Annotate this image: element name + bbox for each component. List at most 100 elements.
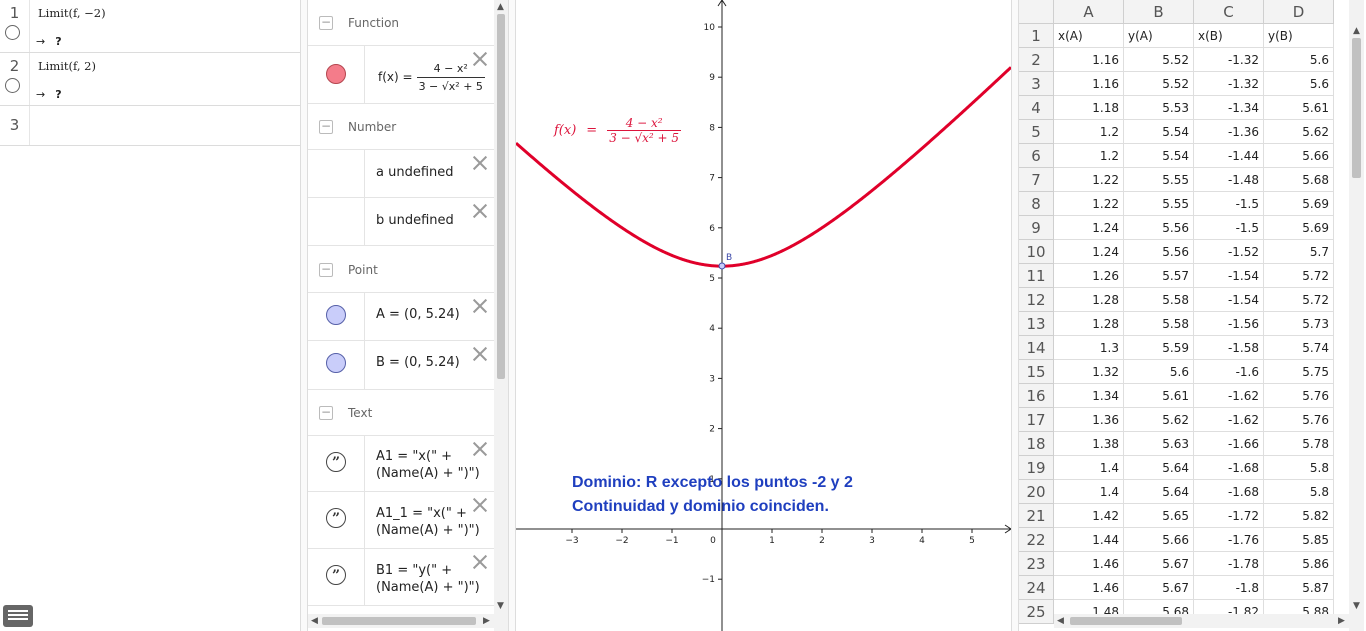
table-cell[interactable]: y(B) xyxy=(1264,24,1334,48)
row-header[interactable]: 5 xyxy=(1019,120,1054,144)
delete-icon[interactable] xyxy=(473,555,487,569)
table-cell[interactable]: 5.55 xyxy=(1124,192,1194,216)
point-definition[interactable]: B = (0, 5.24) xyxy=(376,354,460,371)
table-cell[interactable]: 1.32 xyxy=(1054,360,1124,384)
table-cell[interactable]: 5.56 xyxy=(1124,216,1194,240)
table-cell[interactable]: 5.69 xyxy=(1264,216,1334,240)
table-cell[interactable]: -1.76 xyxy=(1194,528,1264,552)
table-cell[interactable]: 1.22 xyxy=(1054,192,1124,216)
table-cell[interactable]: 1.28 xyxy=(1054,288,1124,312)
table-cell[interactable]: 5.52 xyxy=(1124,48,1194,72)
table-cell[interactable]: 1.42 xyxy=(1054,504,1124,528)
collapse-toggle-icon[interactable]: − xyxy=(319,120,333,134)
row-header[interactable]: 19 xyxy=(1019,456,1054,480)
row-header[interactable]: 7 xyxy=(1019,168,1054,192)
table-cell[interactable]: 5.72 xyxy=(1264,288,1334,312)
table-cell[interactable]: -1.36 xyxy=(1194,120,1264,144)
table-cell[interactable]: -1.62 xyxy=(1194,408,1264,432)
table-cell[interactable]: 5.76 xyxy=(1264,408,1334,432)
table-cell[interactable]: -1.8 xyxy=(1194,576,1264,600)
scroll-right-icon[interactable]: ▶ xyxy=(1338,616,1345,626)
column-header-a[interactable]: A xyxy=(1054,0,1124,24)
delete-icon[interactable] xyxy=(473,347,487,361)
table-cell[interactable]: 5.53 xyxy=(1124,96,1194,120)
row-header[interactable]: 8 xyxy=(1019,192,1054,216)
table-cell[interactable]: 5.62 xyxy=(1124,408,1194,432)
algebra-item-text[interactable]: ” B1 = "y(" + (Name(A) + ")") xyxy=(308,549,494,606)
row-header[interactable]: 17 xyxy=(1019,408,1054,432)
table-cell[interactable]: x(B) xyxy=(1194,24,1264,48)
category-text[interactable]: − Text xyxy=(308,390,494,436)
algebra-item-point[interactable]: B = (0, 5.24) xyxy=(308,341,494,390)
collapse-toggle-icon[interactable]: − xyxy=(319,16,333,30)
table-cell[interactable]: 5.54 xyxy=(1124,144,1194,168)
table-cell[interactable]: -1.54 xyxy=(1194,288,1264,312)
algebra-vertical-scroll-thumb[interactable] xyxy=(497,14,505,379)
cas-input[interactable]: Limit(f, −2) xyxy=(38,6,106,20)
row-header[interactable]: 11 xyxy=(1019,264,1054,288)
table-cell[interactable]: 5.6 xyxy=(1264,48,1334,72)
table-cell[interactable]: 5.69 xyxy=(1264,192,1334,216)
row-header[interactable]: 1 xyxy=(1019,24,1054,48)
delete-icon[interactable] xyxy=(473,204,487,218)
table-cell[interactable]: 5.6 xyxy=(1124,360,1194,384)
table-cell[interactable]: 1.46 xyxy=(1054,552,1124,576)
table-cell[interactable]: 1.3 xyxy=(1054,336,1124,360)
table-cell[interactable]: 5.74 xyxy=(1264,336,1334,360)
table-cell[interactable]: 1.26 xyxy=(1054,264,1124,288)
table-cell[interactable]: 5.75 xyxy=(1264,360,1334,384)
table-cell[interactable]: 5.6 xyxy=(1264,72,1334,96)
row-header[interactable]: 10 xyxy=(1019,240,1054,264)
row-header[interactable]: 15 xyxy=(1019,360,1054,384)
table-cell[interactable]: -1.6 xyxy=(1194,360,1264,384)
table-cell[interactable]: 5.58 xyxy=(1124,312,1194,336)
table-cell[interactable]: 1.4 xyxy=(1054,480,1124,504)
table-cell[interactable]: 1.4 xyxy=(1054,456,1124,480)
row-header[interactable]: 6 xyxy=(1019,144,1054,168)
category-number[interactable]: − Number xyxy=(308,104,494,150)
table-cell[interactable]: 5.59 xyxy=(1124,336,1194,360)
sheet-vertical-scroll-thumb[interactable] xyxy=(1352,38,1361,178)
cas-radio-button[interactable] xyxy=(5,25,20,40)
delete-icon[interactable] xyxy=(473,299,487,313)
algebra-item-function[interactable]: f(x) = 4 − x² 3 − √x² + 5 xyxy=(308,46,494,104)
table-cell[interactable]: 5.67 xyxy=(1124,576,1194,600)
table-cell[interactable]: -1.78 xyxy=(1194,552,1264,576)
scroll-right-icon[interactable]: ▶ xyxy=(483,616,490,626)
table-cell[interactable]: 5.52 xyxy=(1124,72,1194,96)
collapse-toggle-icon[interactable]: − xyxy=(319,406,333,420)
table-cell[interactable]: 5.8 xyxy=(1264,480,1334,504)
table-cell[interactable]: 1.38 xyxy=(1054,432,1124,456)
table-cell[interactable]: 1.16 xyxy=(1054,72,1124,96)
table-cell[interactable]: 1.28 xyxy=(1054,312,1124,336)
category-function[interactable]: − Function xyxy=(308,0,494,46)
table-cell[interactable]: 5.63 xyxy=(1124,432,1194,456)
scroll-left-icon[interactable]: ◀ xyxy=(311,616,318,626)
table-cell[interactable]: 5.76 xyxy=(1264,384,1334,408)
category-point[interactable]: − Point xyxy=(308,247,494,293)
table-cell[interactable]: -1.44 xyxy=(1194,144,1264,168)
panel-divider[interactable] xyxy=(508,0,516,631)
table-cell[interactable]: 1.22 xyxy=(1054,168,1124,192)
keyboard-icon[interactable] xyxy=(3,605,33,627)
algebra-item-number[interactable]: b undefined xyxy=(308,198,494,246)
delete-icon[interactable] xyxy=(473,498,487,512)
row-header[interactable]: 23 xyxy=(1019,552,1054,576)
table-cell[interactable]: -1.5 xyxy=(1194,216,1264,240)
number-definition[interactable]: a undefined xyxy=(376,164,454,181)
panel-divider[interactable] xyxy=(300,0,308,631)
row-header[interactable]: 22 xyxy=(1019,528,1054,552)
column-header-b[interactable]: B xyxy=(1124,0,1194,24)
function-label[interactable]: f(x) = 4 − x² 3 − √x² + 5 xyxy=(554,116,682,145)
table-cell[interactable]: 5.7 xyxy=(1264,240,1334,264)
scroll-down-icon[interactable]: ▼ xyxy=(497,601,504,611)
algebra-item-point[interactable]: A = (0, 5.24) xyxy=(308,293,494,341)
table-cell[interactable]: 1.2 xyxy=(1054,144,1124,168)
row-header[interactable]: 9 xyxy=(1019,216,1054,240)
table-cell[interactable]: 5.62 xyxy=(1264,120,1334,144)
table-cell[interactable]: 5.72 xyxy=(1264,264,1334,288)
visibility-toggle-icon[interactable] xyxy=(326,64,346,84)
cas-input[interactable]: Limit(f, 2) xyxy=(38,59,96,73)
table-cell[interactable]: 5.66 xyxy=(1124,528,1194,552)
table-cell[interactable]: 5.87 xyxy=(1264,576,1334,600)
